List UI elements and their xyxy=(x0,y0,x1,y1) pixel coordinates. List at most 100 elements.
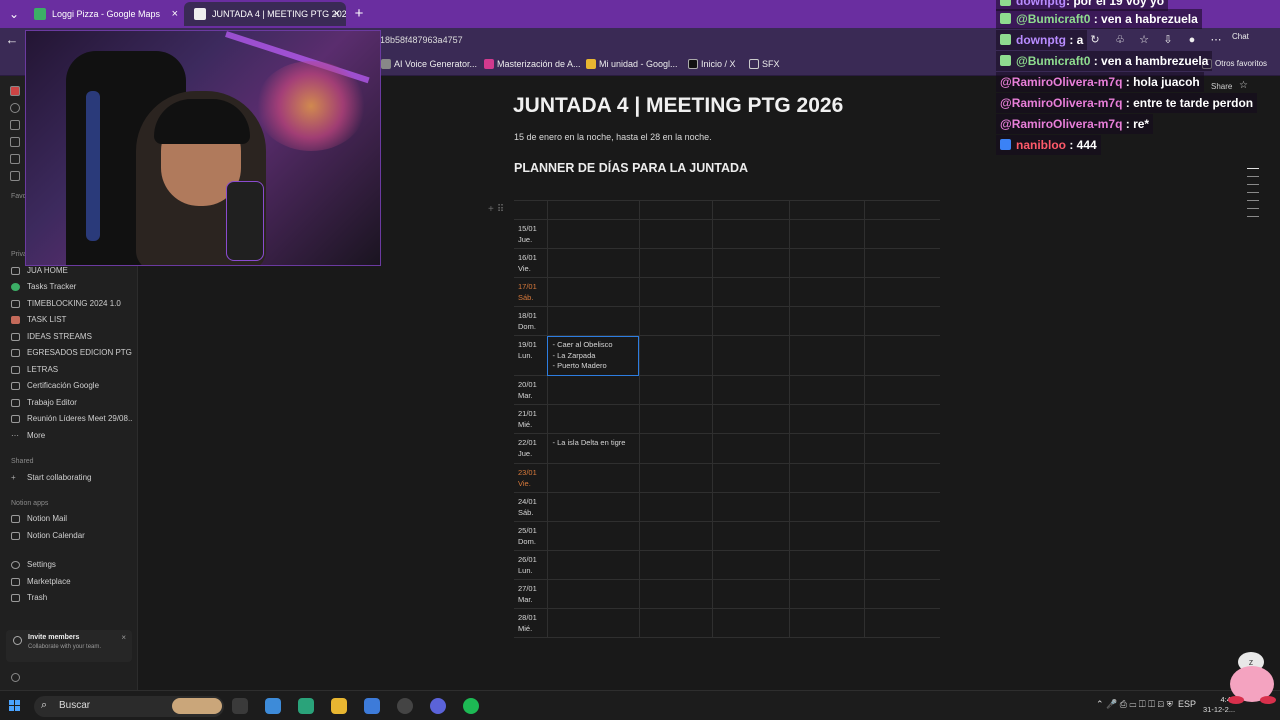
table-cell[interactable] xyxy=(514,200,548,220)
table-cell[interactable] xyxy=(638,219,713,249)
table-cell[interactable] xyxy=(546,200,640,220)
table-cell[interactable] xyxy=(711,463,790,493)
table-cell[interactable] xyxy=(788,608,865,638)
table-cell[interactable] xyxy=(788,200,865,220)
table-cell[interactable] xyxy=(711,277,790,307)
page-title[interactable]: JUNTADA 4 | MEETING PTG 2026 xyxy=(513,94,843,118)
inbox-icon[interactable] xyxy=(10,171,20,181)
day-cell[interactable]: 19/01 Lun. xyxy=(514,335,548,376)
bookmark-x[interactable]: Inicio / X xyxy=(688,56,736,72)
block-drag-handle-icon[interactable]: +⠿ xyxy=(488,204,507,215)
table-cell[interactable] xyxy=(638,521,713,551)
system-tray[interactable]: ⌃ 🎤 ⎙ ▭ ◫ ◫ ⚄ ⛨ ESP xyxy=(1096,699,1196,710)
table-cell[interactable] xyxy=(711,335,790,376)
table-cell[interactable] xyxy=(638,335,713,376)
plan-cell[interactable] xyxy=(546,248,640,278)
table-cell[interactable] xyxy=(863,550,940,580)
sidebar-item-task-list[interactable]: TASK LIST xyxy=(11,313,133,327)
table-cell[interactable] xyxy=(711,492,790,522)
bookmark-sfx[interactable]: SFX xyxy=(749,56,780,72)
tab-google-maps[interactable]: Loggi Pizza - Google Maps × xyxy=(24,2,184,26)
table-cell[interactable] xyxy=(863,306,940,336)
table-cell[interactable] xyxy=(788,335,865,376)
page-subtitle[interactable]: 15 de enero en la noche, hasta el 28 en … xyxy=(514,132,712,142)
day-cell[interactable]: 24/01 Sáb. xyxy=(514,492,548,522)
plan-cell[interactable] xyxy=(546,608,640,638)
table-cell[interactable] xyxy=(863,404,940,434)
table-cell[interactable] xyxy=(788,375,865,405)
meetings-icon[interactable] xyxy=(10,137,20,147)
bookmark-drive[interactable]: Mi unidad - Googl... xyxy=(586,56,678,72)
bookmark-masterizacion[interactable]: Masterización de A... xyxy=(484,56,581,72)
discord-icon[interactable] xyxy=(430,698,446,714)
table-cell[interactable] xyxy=(711,200,790,220)
plan-cell[interactable] xyxy=(546,579,640,609)
close-icon[interactable]: × xyxy=(121,633,126,642)
spotify-icon[interactable] xyxy=(463,698,479,714)
table-cell[interactable] xyxy=(863,492,940,522)
day-cell[interactable]: 18/01 Dom. xyxy=(514,306,548,336)
sidebar-item-ideas-streams[interactable]: IDEAS STREAMS xyxy=(11,330,133,344)
store-icon[interactable] xyxy=(364,698,380,714)
table-cell[interactable] xyxy=(863,277,940,307)
table-cell[interactable] xyxy=(711,404,790,434)
day-cell[interactable]: 16/01 Vie. xyxy=(514,248,548,278)
table-of-contents-outline[interactable] xyxy=(1247,168,1259,224)
url-field[interactable]: 18b58f487963a4757 xyxy=(380,32,463,48)
table-cell[interactable] xyxy=(711,433,790,464)
sidebar-item-timeblocking[interactable]: TIMEBLOCKING 2024 1.0 xyxy=(11,297,133,311)
plan-cell[interactable] xyxy=(546,306,640,336)
day-cell[interactable]: 22/01 Jue. xyxy=(514,433,548,464)
table-cell[interactable] xyxy=(788,579,865,609)
file-explorer-icon[interactable] xyxy=(331,698,347,714)
table-cell[interactable] xyxy=(788,306,865,336)
plan-cell[interactable] xyxy=(546,375,640,405)
planner-heading[interactable]: PLANNER DE DÍAS PARA LA JUNTADA xyxy=(514,161,748,175)
start-collaborating-button[interactable]: + Start collaborating xyxy=(11,471,133,485)
day-cell[interactable]: 21/01 Mié. xyxy=(514,404,548,434)
table-cell[interactable] xyxy=(638,248,713,278)
table-cell[interactable] xyxy=(788,463,865,493)
tab-actions-chevron-icon[interactable]: ⌄ xyxy=(4,4,24,24)
close-tab-icon[interactable]: × xyxy=(172,2,178,26)
sidebar-item-certificacion[interactable]: Certificación Google xyxy=(11,379,133,393)
sidebar-item-reunion[interactable]: Reunión Líderes Meet 29/08... xyxy=(11,412,133,426)
invite-members-card[interactable]: Invite members Collaborate with your tea… xyxy=(6,630,132,662)
table-cell[interactable] xyxy=(711,550,790,580)
selected-plan-cell[interactable]: - Caer al Obelisco - La Zarpada - Puerto M… xyxy=(546,335,640,376)
table-cell[interactable] xyxy=(863,248,940,278)
day-cell[interactable]: 27/01 Mar. xyxy=(514,579,548,609)
table-cell[interactable] xyxy=(863,463,940,493)
sidebar-item-jua-home[interactable]: JUA HOME xyxy=(11,264,133,278)
table-cell[interactable] xyxy=(863,375,940,405)
table-cell[interactable] xyxy=(638,306,713,336)
table-cell[interactable] xyxy=(711,375,790,405)
copilot-icon[interactable] xyxy=(265,698,281,714)
table-cell[interactable] xyxy=(788,277,865,307)
table-cell[interactable] xyxy=(638,433,713,464)
table-cell[interactable] xyxy=(638,277,713,307)
plan-cell[interactable] xyxy=(546,463,640,493)
table-cell[interactable] xyxy=(638,579,713,609)
plan-cell[interactable] xyxy=(546,277,640,307)
day-cell[interactable]: 25/01 Dom. xyxy=(514,521,548,551)
sidebar-item-tasks-tracker[interactable]: Tasks Tracker xyxy=(11,280,133,294)
sidebar-item-notion-mail[interactable]: Notion Mail xyxy=(11,512,133,526)
table-cell[interactable] xyxy=(788,248,865,278)
table-cell[interactable] xyxy=(711,306,790,336)
table-cell[interactable] xyxy=(638,375,713,405)
workspace-icon[interactable] xyxy=(10,86,20,96)
table-cell[interactable] xyxy=(788,492,865,522)
table-cell[interactable] xyxy=(638,608,713,638)
table-cell[interactable] xyxy=(638,404,713,434)
table-cell[interactable] xyxy=(788,550,865,580)
back-arrow-icon[interactable]: ← xyxy=(2,30,22,50)
day-cell[interactable]: 26/01 Lun. xyxy=(514,550,548,580)
plan-cell[interactable] xyxy=(546,521,640,551)
sidebar-item-trash[interactable]: Trash xyxy=(11,591,133,605)
help-icon[interactable] xyxy=(11,673,20,682)
sidebar-item-egresados[interactable]: EGRESADOS EDICION PTG 24' xyxy=(11,346,133,360)
table-cell[interactable] xyxy=(863,608,940,638)
table-cell[interactable] xyxy=(863,521,940,551)
table-cell[interactable] xyxy=(638,463,713,493)
